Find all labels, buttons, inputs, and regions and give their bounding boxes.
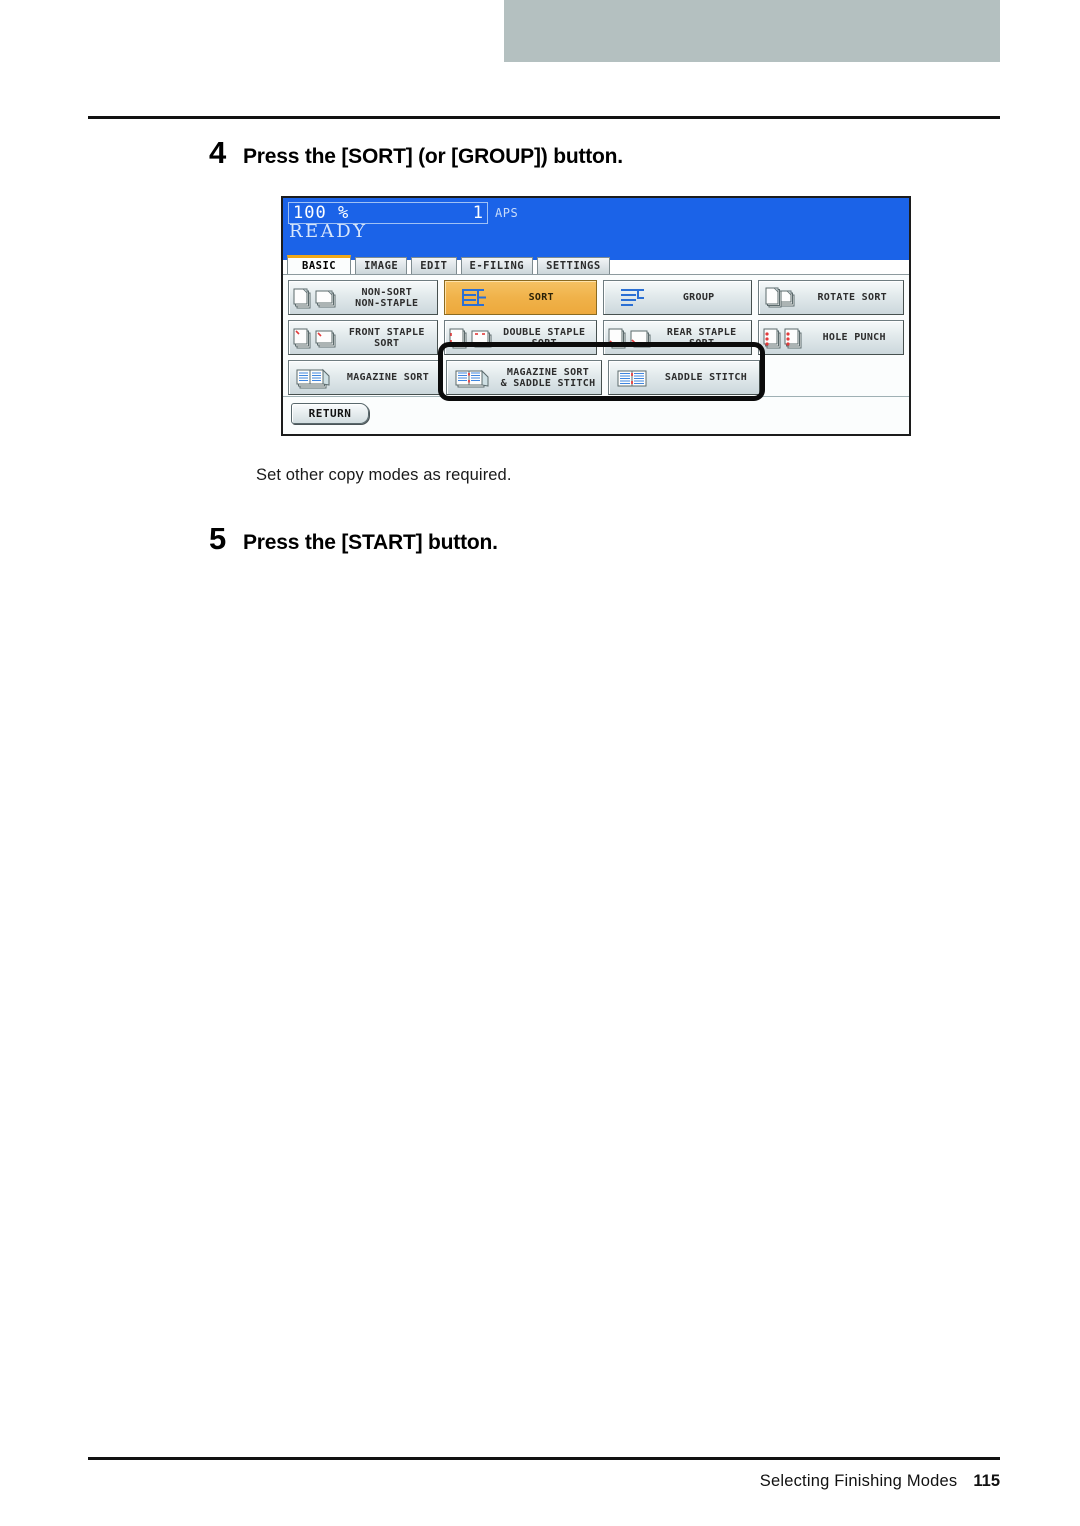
instruction-caption: Set other copy modes as required. bbox=[256, 466, 512, 484]
button-front-staple-sort-label: FRONT STAPLE SORT bbox=[348, 326, 425, 349]
tab-e-filing-label: E-FILING bbox=[469, 260, 525, 272]
rotated-stacks-icon bbox=[763, 285, 805, 311]
button-front-staple-sort[interactable]: FRONT STAPLE SORT bbox=[288, 320, 438, 355]
button-rear-staple-sort[interactable]: REAR STAPLE SORT bbox=[602, 320, 753, 355]
lcd-status-header: 100 % 1 APS READY BASIC IMAGE EDIT E-FIL… bbox=[283, 198, 909, 274]
button-non-sort-non-staple[interactable]: NON-SORT NON-STAPLE bbox=[288, 280, 438, 315]
paper-mode-label: APS bbox=[495, 206, 519, 220]
zoom-ratio-value: 100 % bbox=[293, 202, 350, 223]
tab-basic[interactable]: BASIC bbox=[287, 255, 352, 274]
button-non-sort-non-staple-label: NON-SORT NON-STAPLE bbox=[355, 286, 419, 309]
group-lines-icon bbox=[608, 285, 650, 311]
footer-divider bbox=[88, 1457, 1000, 1460]
button-saddle-stitch-label: SADDLE STITCH bbox=[664, 372, 748, 383]
header-divider bbox=[88, 116, 1000, 119]
step-5-heading: 5 Press the [START] button. bbox=[209, 521, 498, 557]
footer: Selecting Finishing Modes 115 bbox=[760, 1472, 1000, 1491]
two-stacks-icon bbox=[293, 285, 341, 311]
hole-punch-icon bbox=[763, 325, 809, 351]
button-sort[interactable]: SORT bbox=[443, 280, 597, 315]
tab-settings-label: SETTINGS bbox=[546, 260, 601, 272]
footer-page-number: 115 bbox=[973, 1472, 1000, 1490]
tab-edit-label: EDIT bbox=[420, 260, 448, 272]
return-button-label: RETURN bbox=[308, 407, 352, 420]
button-rotate-sort-label: ROTATE SORT bbox=[817, 292, 887, 303]
button-sort-label: SORT bbox=[528, 292, 554, 303]
button-double-staple-sort[interactable]: DOUBLE STAPLE SORT bbox=[443, 320, 597, 355]
copy-count-value: 1 bbox=[472, 202, 483, 223]
saddle-stitch-icon bbox=[613, 365, 657, 391]
finishing-row-3: MAGAZINE SORT MAGAZINE SORT & SADDLE STI… bbox=[288, 360, 904, 395]
step-4-title: Press the [SORT] (or [GROUP]) button. bbox=[243, 145, 623, 168]
button-group-label: GROUP bbox=[682, 292, 715, 303]
magazine-sort-icon bbox=[293, 365, 341, 391]
step-5-title: Press the [START] button. bbox=[243, 531, 498, 554]
lcd-return-row: RETURN bbox=[283, 396, 909, 434]
return-button[interactable]: RETURN bbox=[291, 403, 369, 424]
tab-edit[interactable]: EDIT bbox=[411, 257, 457, 274]
button-magazine-sort-saddle-stitch[interactable]: MAGAZINE SORT & SADDLE STITCH bbox=[446, 360, 602, 395]
tab-basic-label: BASIC bbox=[302, 260, 337, 272]
button-rotate-sort[interactable]: ROTATE SORT bbox=[758, 280, 904, 315]
magazine-saddle-icon bbox=[451, 365, 499, 391]
step-4-heading: 4 Press the [SORT] (or [GROUP]) button. bbox=[209, 135, 623, 171]
button-rear-staple-sort-label: REAR STAPLE SORT bbox=[666, 326, 737, 349]
rear-staple-icon bbox=[608, 325, 656, 351]
button-magazine-sort-saddle-stitch-label: MAGAZINE SORT & SADDLE STITCH bbox=[500, 366, 596, 389]
sort-lines-icon bbox=[449, 285, 491, 311]
button-magazine-sort-label: MAGAZINE SORT bbox=[346, 372, 430, 383]
finishing-row-1: NON-SORT NON-STAPLE SORT GROUP ROTATE SO… bbox=[288, 280, 904, 315]
footer-section-title: Selecting Finishing Modes bbox=[759, 1472, 958, 1490]
tab-settings[interactable]: SETTINGS bbox=[537, 257, 610, 274]
finishing-row-2: FRONT STAPLE SORT DOUBLE STAPLE SORT REA… bbox=[288, 320, 904, 355]
tab-e-filing[interactable]: E-FILING bbox=[460, 257, 534, 274]
button-saddle-stitch[interactable]: SADDLE STITCH bbox=[608, 360, 760, 395]
button-magazine-sort[interactable]: MAGAZINE SORT bbox=[288, 360, 440, 395]
tab-image-label: IMAGE bbox=[364, 260, 399, 272]
copier-lcd-panel: 100 % 1 APS READY BASIC IMAGE EDIT E-FIL… bbox=[281, 196, 911, 436]
ready-status-text: READY bbox=[289, 221, 368, 242]
button-hole-punch[interactable]: HOLE PUNCH bbox=[758, 320, 904, 355]
tab-image[interactable]: IMAGE bbox=[355, 257, 408, 274]
double-staple-icon bbox=[449, 325, 497, 351]
lcd-tab-bar: BASIC IMAGE EDIT E-FILING SETTINGS bbox=[283, 254, 909, 274]
button-hole-punch-label: HOLE PUNCH bbox=[822, 332, 886, 343]
button-double-staple-sort-label: DOUBLE STAPLE SORT bbox=[503, 326, 586, 349]
button-group[interactable]: GROUP bbox=[602, 280, 753, 315]
header-decorative-bar bbox=[504, 0, 1000, 62]
front-staple-icon bbox=[293, 325, 341, 351]
step-4-number: 4 bbox=[209, 135, 226, 170]
step-5-number: 5 bbox=[209, 521, 226, 556]
